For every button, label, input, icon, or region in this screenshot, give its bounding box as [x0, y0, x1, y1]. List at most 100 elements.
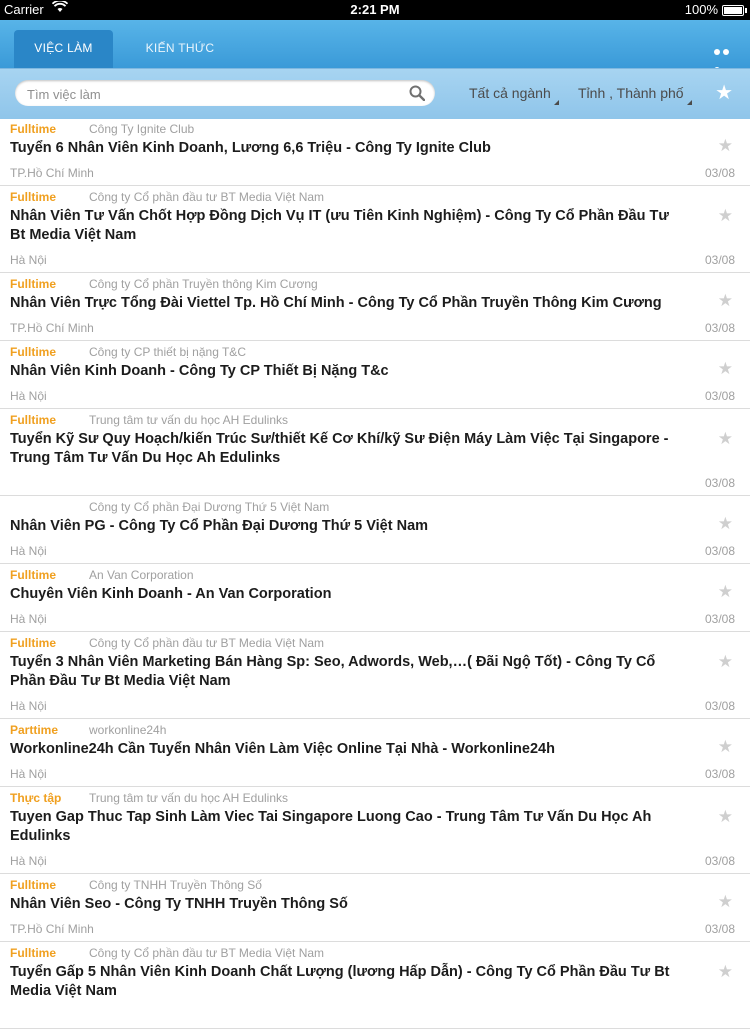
- job-list-item[interactable]: Fulltime Công ty TNHH Truyền Thông Số Nh…: [0, 874, 750, 942]
- status-bar: Carrier 2:21 PM 100%: [0, 0, 750, 20]
- bookmark-star-icon[interactable]: ★: [718, 360, 733, 377]
- job-title: Nhân Viên PG - Công Ty Cổ Phần Đại Dương…: [10, 518, 429, 534]
- job-title: Tuyển 6 Nhân Viên Kinh Doanh, Lương 6,6 …: [10, 140, 491, 156]
- job-location: Hà Nội: [10, 612, 47, 626]
- industry-dropdown-label: Tất cả ngành: [469, 85, 551, 101]
- job-type: Fulltime: [10, 277, 57, 291]
- job-type: Fulltime: [10, 636, 57, 650]
- job-type: Fulltime: [10, 568, 57, 582]
- job-type: Fulltime: [10, 878, 57, 892]
- filter-bar: Tất cả ngành Tỉnh , Thành phố ★: [0, 68, 750, 119]
- job-title: Nhân Viên Kinh Doanh - Công Ty CP Thiết …: [10, 363, 389, 379]
- job-company: Công ty Cổ phần Đại Dương Thứ 5 Việt Nam: [89, 500, 330, 514]
- city-dropdown[interactable]: Tỉnh , Thành phố: [578, 85, 692, 105]
- job-company: Công ty Cổ phần đầu tư BT Media Việt Nam: [89, 946, 325, 960]
- job-type: Fulltime: [10, 345, 57, 359]
- job-list-item[interactable]: Fulltime Công ty Cổ phần đầu tư BT Media…: [0, 942, 750, 1029]
- job-title: Tuyển Gấp 5 Nhân Viên Kinh Doanh Chất Lư…: [10, 964, 670, 999]
- job-date: 03/08: [704, 166, 735, 180]
- job-location: TP.Hồ Chí Minh: [10, 321, 94, 335]
- job-title: Tuyen Gap Thuc Tap Sinh Làm Viec Tai Sin…: [10, 809, 652, 844]
- bookmark-star-icon[interactable]: ★: [718, 653, 733, 670]
- job-title: Tuyển 3 Nhân Viên Marketing Bán Hàng Sp:…: [10, 654, 656, 689]
- job-company: Công ty CP thiết bị nặng T&C: [89, 345, 246, 359]
- job-company: Trung tâm tư vấn du học AH Edulinks: [89, 413, 289, 427]
- tab-viec-lam[interactable]: VIỆC LÀM: [14, 30, 113, 68]
- job-date: 03/08: [704, 767, 735, 781]
- job-company: Công ty TNHH Truyền Thông Số: [89, 878, 262, 892]
- job-list-item[interactable]: Fulltime Công ty CP thiết bị nặng T&C Nh…: [0, 341, 750, 409]
- city-dropdown-label: Tỉnh , Thành phố: [578, 85, 684, 101]
- job-date: 03/08: [704, 699, 735, 713]
- job-type: Fulltime: [10, 190, 57, 204]
- search-icon[interactable]: [409, 85, 426, 102]
- job-location: Hà Nội: [10, 699, 47, 713]
- job-type: Thực tập: [10, 791, 62, 805]
- more-options-icon[interactable]: [714, 42, 740, 73]
- job-title: Tuyển Kỹ Sư Quy Hoạch/kiến Trúc Sư/thiết…: [10, 431, 669, 466]
- job-date: 03/08: [704, 476, 735, 490]
- job-list-item[interactable]: Công ty Cổ phần Đại Dương Thứ 5 Việt Nam…: [0, 496, 750, 564]
- job-date: 03/08: [704, 544, 735, 558]
- job-list-item[interactable]: Fulltime Công Ty Ignite Club Tuyển 6 Nhâ…: [0, 118, 750, 186]
- bookmark-star-icon[interactable]: ★: [718, 583, 733, 600]
- job-company: workonline24h: [89, 723, 167, 737]
- job-location: TP.Hồ Chí Minh: [10, 922, 94, 936]
- dropdown-arrow-icon: [686, 100, 692, 105]
- job-title: Nhân Viên Trực Tổng Đài Viettel Tp. Hồ C…: [10, 295, 662, 311]
- job-list-item[interactable]: Thực tập Trung tâm tư vấn du học AH Edul…: [0, 787, 750, 874]
- dropdown-arrow-icon: [553, 100, 559, 105]
- job-type: Parttime: [10, 723, 59, 737]
- job-title: Workonline24h Cần Tuyển Nhân Viên Làm Vi…: [10, 741, 555, 757]
- job-company: An Van Corporation: [89, 568, 194, 582]
- job-date: 03/08: [704, 253, 735, 267]
- search-input[interactable]: [25, 84, 409, 104]
- job-location: TP.Hồ Chí Minh: [10, 166, 94, 180]
- job-location: Hà Nội: [10, 253, 47, 267]
- job-title: Nhân Viên Tư Vấn Chốt Hợp Đồng Dịch Vụ I…: [10, 208, 669, 243]
- job-company: Công Ty Ignite Club: [89, 122, 195, 136]
- job-list-item[interactable]: Fulltime Công ty Cổ phần Truyền thông Ki…: [0, 273, 750, 341]
- search-box: [15, 80, 435, 106]
- bookmark-star-icon[interactable]: ★: [718, 515, 733, 532]
- tab-kien-thuc[interactable]: KIẾN THỨC: [130, 30, 230, 68]
- bookmark-star-icon[interactable]: ★: [718, 893, 733, 910]
- industry-dropdown[interactable]: Tất cả ngành: [469, 85, 559, 105]
- bookmark-star-icon[interactable]: ★: [718, 738, 733, 755]
- favorites-star-icon[interactable]: ★: [715, 83, 733, 103]
- bookmark-star-icon[interactable]: ★: [718, 137, 733, 154]
- job-type: Fulltime: [10, 122, 57, 136]
- job-list-item[interactable]: Fulltime An Van Corporation Chuyên Viên …: [0, 564, 750, 632]
- job-list-item[interactable]: Fulltime Công ty Cổ phần đầu tư BT Media…: [0, 632, 750, 719]
- clock: 2:21 PM: [350, 2, 400, 17]
- bookmark-star-icon[interactable]: ★: [718, 963, 733, 980]
- job-date: 03/08: [704, 389, 735, 403]
- bookmark-star-icon[interactable]: ★: [718, 808, 733, 825]
- job-date: 03/08: [704, 612, 735, 626]
- job-date: 03/08: [704, 922, 735, 936]
- job-type: Fulltime: [10, 413, 57, 427]
- job-title: Nhân Viên Seo - Công Ty TNHH Truyền Thôn…: [10, 896, 348, 912]
- bookmark-star-icon[interactable]: ★: [718, 430, 733, 447]
- job-company: Công ty Cổ phần đầu tư BT Media Việt Nam: [89, 636, 325, 650]
- battery-icon: [722, 5, 747, 16]
- job-list: Fulltime Công Ty Ignite Club Tuyển 6 Nhâ…: [0, 118, 750, 1029]
- job-location: Hà Nội: [10, 544, 47, 558]
- job-title: Chuyên Viên Kinh Doanh - An Van Corporat…: [10, 586, 332, 602]
- job-company: Công ty Cổ phần đầu tư BT Media Việt Nam: [89, 190, 325, 204]
- battery-percent: 100%: [684, 2, 718, 17]
- job-location: Hà Nội: [10, 854, 47, 868]
- job-location: Hà Nội: [10, 767, 47, 781]
- job-date: 03/08: [704, 321, 735, 335]
- job-location: Hà Nội: [10, 389, 47, 403]
- job-date: 03/08: [704, 854, 735, 868]
- job-type: Fulltime: [10, 946, 57, 960]
- bookmark-star-icon[interactable]: ★: [718, 292, 733, 309]
- job-company: Trung tâm tư vấn du học AH Edulinks: [89, 791, 289, 805]
- bookmark-star-icon[interactable]: ★: [718, 207, 733, 224]
- job-list-item[interactable]: Fulltime Công ty Cổ phần đầu tư BT Media…: [0, 186, 750, 273]
- job-list-item[interactable]: Fulltime Trung tâm tư vấn du học AH Edul…: [0, 409, 750, 496]
- job-company: Công ty Cổ phần Truyền thông Kim Cương: [89, 277, 318, 291]
- job-list-item[interactable]: Parttime workonline24h Workonline24h Cần…: [0, 719, 750, 787]
- top-tab-bar: VIỆC LÀM KIẾN THỨC: [0, 20, 750, 73]
